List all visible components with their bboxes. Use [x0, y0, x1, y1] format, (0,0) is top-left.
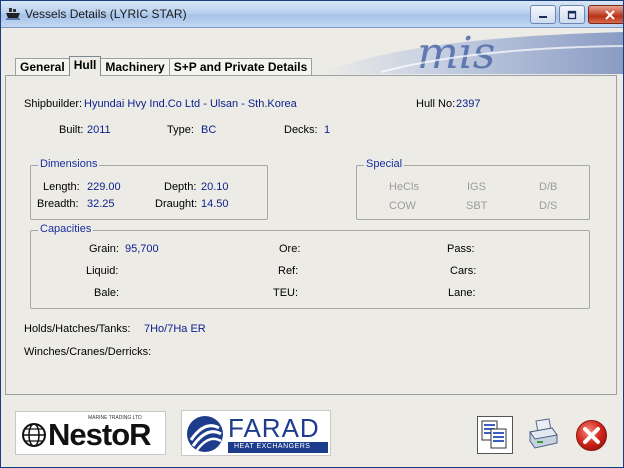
shipbuilder-value: Hyundai Hvy Ind.Co Ltd - Ulsan - Sth.Kor… [84, 98, 297, 110]
title-bar: Vessels Details (LYRIC STAR) [1, 1, 623, 28]
decks-label: Decks: [284, 124, 318, 136]
depth-value: 20.10 [201, 181, 229, 193]
igs-option: IGS [467, 181, 486, 193]
maximize-button[interactable] [559, 5, 585, 24]
dimensions-title: Dimensions [38, 158, 100, 170]
close-window-button[interactable] [588, 5, 623, 24]
brand-banner: mis [321, 28, 623, 74]
maximize-icon [567, 10, 577, 19]
decks-value: 1 [324, 124, 331, 136]
breadth-value: 32.25 [87, 198, 115, 210]
winches-label: Winches/Cranes/Derricks: [24, 346, 152, 358]
depth-label: Depth: [164, 181, 197, 193]
special-title: Special [364, 158, 405, 170]
length-value: 229.00 [87, 181, 121, 193]
built-value: 2011 [87, 124, 111, 136]
svg-text:mis: mis [417, 28, 495, 74]
draught-label: Draught: [155, 198, 198, 210]
tab-hull[interactable]: Hull [68, 56, 102, 76]
farad-wordmark: FARAD [228, 413, 320, 443]
db-option: D/B [539, 181, 558, 193]
cow-option: COW [389, 200, 416, 212]
lane-label: Lane: [448, 287, 476, 299]
nestor-logo: MARINE TRADING LTD NestoR [15, 411, 166, 455]
bale-label: Bale: [94, 287, 120, 299]
cars-label: Cars: [450, 265, 477, 277]
type-value: BC [201, 124, 217, 136]
vessel-details-window: Vessels Details (LYRIC STAR) mis General… [0, 0, 624, 468]
capacities-group: Capacities Grain: 95,700 Liquid: Bale: O… [30, 223, 590, 309]
printer-icon [529, 418, 558, 449]
copy-button[interactable] [477, 416, 513, 454]
ref-label: Ref: [278, 265, 299, 277]
tab-general[interactable]: General [15, 58, 70, 76]
sbt-option: SBT [466, 200, 488, 212]
ore-label: Ore: [279, 243, 301, 255]
minimize-icon [539, 15, 547, 18]
hull-no-label: Hull No: [416, 98, 456, 110]
hull-panel: Shipbuilder: Hyundai Hvy Ind.Co Ltd - Ul… [5, 75, 617, 395]
copy-documents-icon [481, 420, 507, 449]
draught-value: 14.50 [201, 198, 229, 210]
close-button[interactable] [575, 419, 608, 452]
holds-value: 7Ho/7Ha ER [144, 323, 206, 335]
tab-bar: General Hull Machinery S+P and Private D… [15, 56, 313, 76]
farad-emblem-icon [187, 416, 223, 452]
teu-label: TEU: [273, 287, 299, 299]
farad-logo: FARAD HEAT EXCHANGERS [181, 410, 331, 456]
hull-no-value: 2397 [456, 98, 481, 110]
ship-icon [6, 8, 20, 20]
farad-subtitle: HEAT EXCHANGERS [234, 443, 311, 450]
nestor-wordmark: NestoR [48, 417, 152, 452]
tab-machinery[interactable]: Machinery [100, 58, 170, 76]
ds-option: D/S [539, 200, 558, 212]
footer-area: MARINE TRADING LTD NestoR FARAD HEAT EXC… [1, 397, 623, 467]
print-button[interactable] [527, 417, 559, 451]
tab-sp-private-details[interactable]: S+P and Private Details [168, 58, 313, 76]
window-title: Vessels Details (LYRIC STAR) [25, 7, 187, 21]
grain-value: 95,700 [125, 243, 159, 255]
hecls-option: HeCls [389, 181, 419, 193]
type-label: Type: [167, 124, 194, 136]
built-label: Built: [59, 124, 84, 136]
shipbuilder-label: Shipbuilder: [24, 98, 83, 110]
holds-label: Holds/Hatches/Tanks: [24, 323, 131, 335]
breadth-label: Breadth: [37, 198, 79, 210]
dimensions-group: Dimensions Length: 229.00 Depth: 20.10 B… [30, 158, 268, 220]
capacities-title: Capacities [38, 223, 94, 235]
special-group: Special HeCls IGS D/B COW SBT D/S [356, 158, 590, 220]
liquid-label: Liquid: [86, 265, 119, 277]
pass-label: Pass: [447, 243, 475, 255]
close-red-icon [576, 420, 607, 451]
length-label: Length: [43, 181, 80, 193]
close-x-icon [604, 9, 615, 20]
minimize-button[interactable] [530, 5, 556, 24]
farad-subtitle-bar: HEAT EXCHANGERS [228, 442, 328, 453]
grain-label: Grain: [89, 243, 119, 255]
